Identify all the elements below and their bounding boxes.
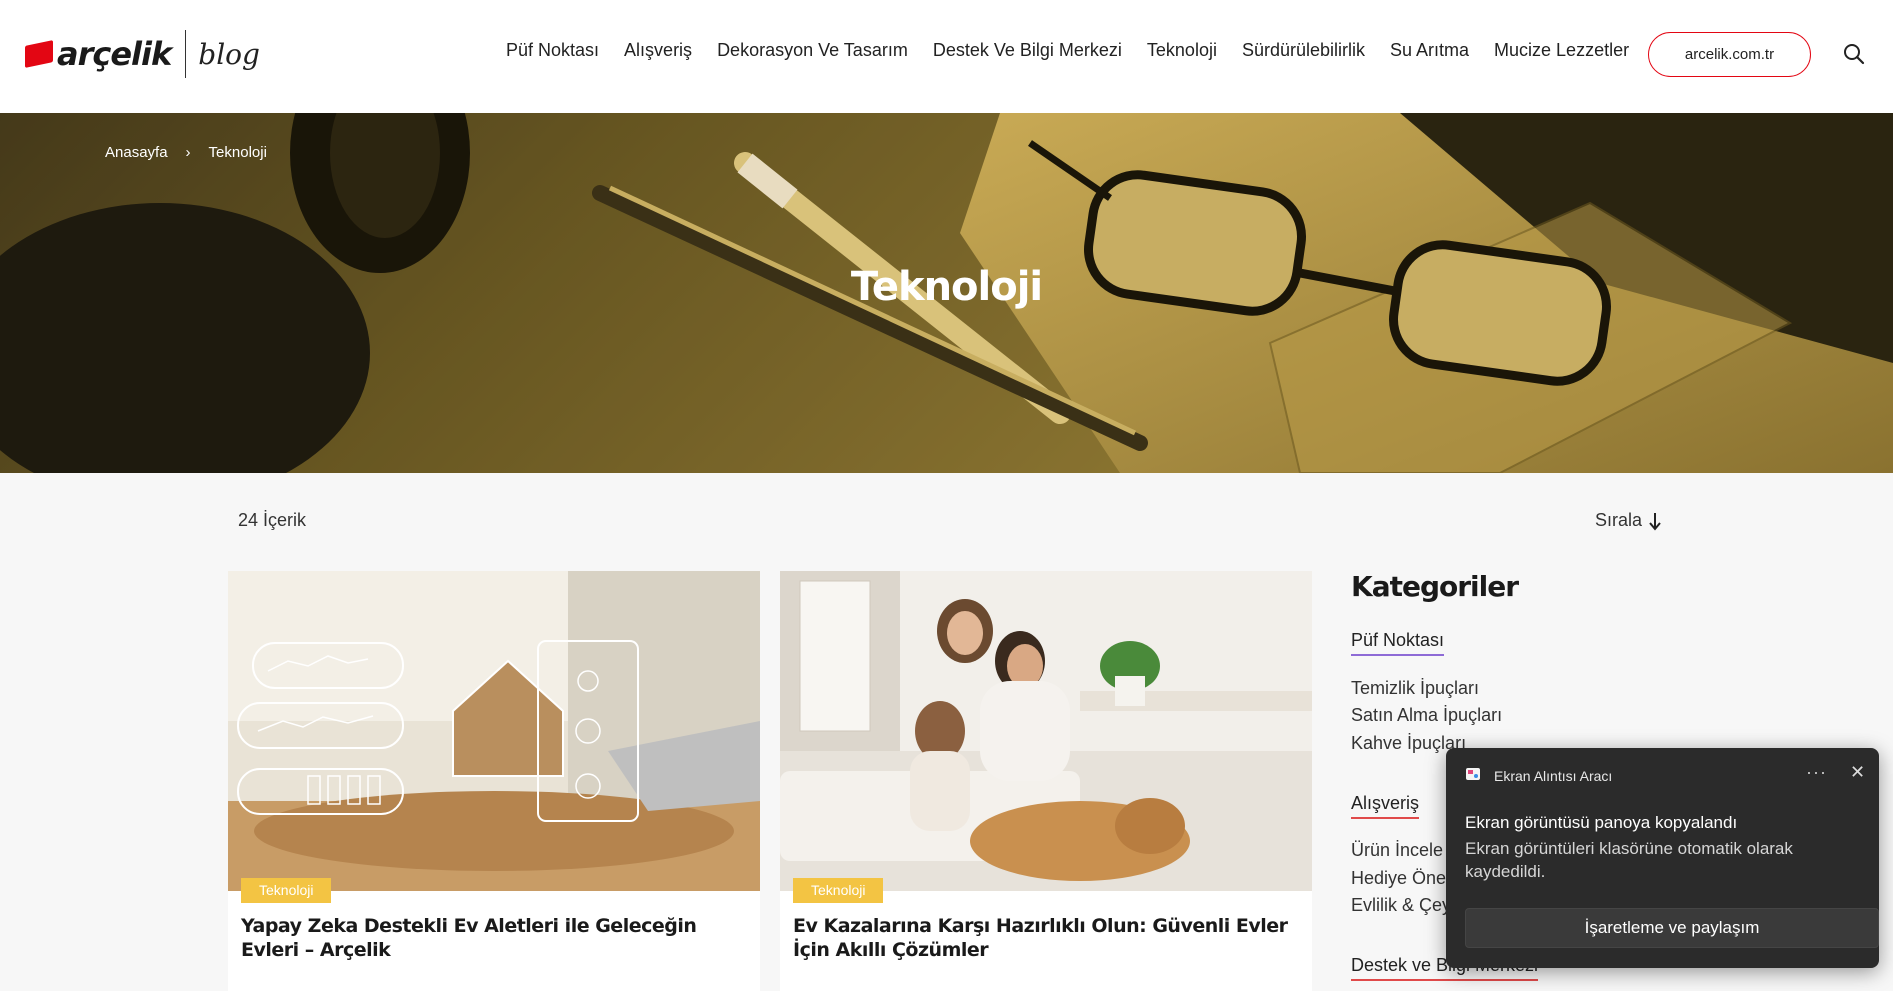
category-alisveris[interactable]: Alışveriş [1351, 793, 1420, 819]
breadcrumb-home[interactable]: Anasayfa [105, 144, 168, 161]
arcelik-site-button[interactable]: arcelik.com.tr [1648, 32, 1811, 77]
subcategory-hediye[interactable]: Hediye Öne [1351, 868, 1446, 889]
article-title[interactable]: Yapay Zeka Destekli Ev Aletleri ile Gele… [241, 914, 746, 962]
close-icon[interactable]: ✕ [1850, 762, 1865, 783]
chevron-right-icon: › [185, 144, 191, 161]
content-count: 24 İçerik [238, 510, 307, 530]
nav-destek[interactable]: Destek Ve Bilgi Merkezi [933, 40, 1122, 61]
logo-divider [185, 30, 187, 78]
arcelik-blog-logo[interactable]: arçelik blog [25, 30, 260, 78]
notification-title: Ekran görüntüsü panoya kopyalandı [1465, 813, 1738, 832]
sort-label: Sırala [1595, 510, 1643, 530]
nav-su-aritma[interactable]: Su Arıtma [1390, 40, 1469, 61]
subcategory-temizlik[interactable]: Temizlik İpuçları [1351, 678, 1479, 699]
main-nav: Püf Noktası Alışveriş Dekorasyon Ve Tasa… [506, 40, 1654, 61]
article-card[interactable]: Teknoloji Ev Kazalarına Karşı Hazırlıklı… [780, 571, 1312, 991]
hero-banner: Anasayfa › Teknoloji Teknoloji [0, 113, 1893, 473]
notification-app-name: Ekran Alıntısı Aracı [1494, 768, 1613, 784]
logo-blog-text: blog [198, 37, 260, 71]
arcelik-logo-mark [25, 40, 53, 68]
categories-title: Kategoriler [1351, 570, 1519, 603]
markup-share-button[interactable]: İşaretleme ve paylaşım [1465, 908, 1879, 948]
article-image-ai-home[interactable] [228, 571, 760, 891]
site-header: arçelik blog Püf Noktası Alışveriş Dekor… [0, 0, 1893, 113]
article-title[interactable]: Ev Kazalarına Karşı Hazırlıklı Olun: Güv… [793, 914, 1298, 962]
category-tag[interactable]: Teknoloji [793, 878, 884, 903]
sort-button[interactable]: Sırala [1595, 510, 1662, 531]
subcategory-satin-alma[interactable]: Satın Alma İpuçları [1351, 705, 1502, 726]
nav-puf-noktasi[interactable]: Püf Noktası [506, 40, 599, 61]
nav-mucize-lezzetler[interactable]: Mucize Lezzetler [1494, 40, 1629, 61]
more-options-icon[interactable]: ··· [1806, 762, 1827, 783]
article-image-family[interactable] [780, 571, 1312, 891]
subcategory-evlilik[interactable]: Evlilik & Çey [1351, 895, 1451, 916]
subcategory-urun-inceleme[interactable]: Ürün İncele [1351, 840, 1443, 861]
category-puf-noktasi[interactable]: Püf Noktası [1351, 630, 1445, 656]
nav-surdurulebilirlik[interactable]: Sürdürülebilirlik [1242, 40, 1365, 61]
nav-dekorasyon[interactable]: Dekorasyon Ve Tasarım [717, 40, 908, 61]
article-card[interactable]: Teknoloji Yapay Zeka Destekli Ev Aletler… [228, 571, 760, 991]
nav-teknoloji[interactable]: Teknoloji [1147, 40, 1217, 61]
nav-alisveris[interactable]: Alışveriş [624, 40, 692, 61]
category-tag[interactable]: Teknoloji [241, 878, 332, 903]
search-icon[interactable] [1843, 43, 1865, 65]
breadcrumb: Anasayfa › Teknoloji [105, 144, 267, 161]
logo-text: arçelik [57, 35, 172, 73]
snipping-tool-notification[interactable]: Ekran Alıntısı Aracı ··· ✕ Ekran görüntü… [1446, 748, 1879, 968]
breadcrumb-current: Teknoloji [208, 144, 267, 161]
arrow-down-icon [1649, 512, 1661, 531]
snipping-tool-icon [1466, 768, 1480, 780]
notification-body: Ekran görüntüleri klasörüne otomatik ola… [1465, 839, 1793, 881]
page-title: Teknoloji [850, 264, 1043, 310]
